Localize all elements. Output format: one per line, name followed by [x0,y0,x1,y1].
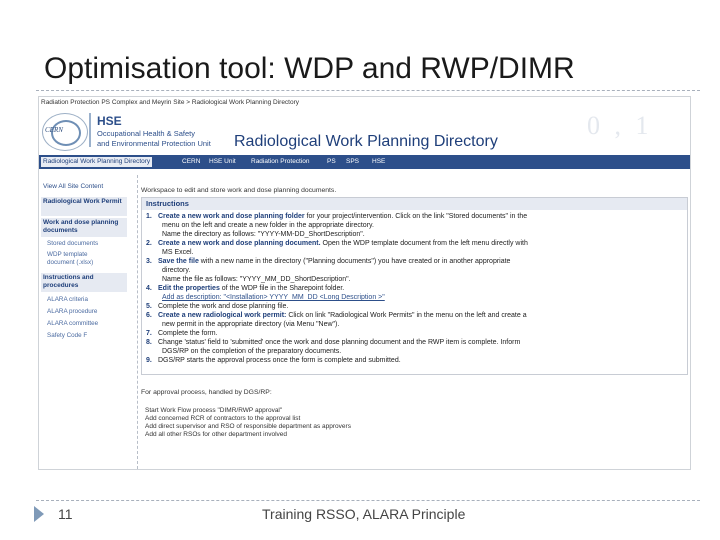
nav-item-alara-criteria[interactable]: ALARA criteria [47,296,88,304]
instruction-step-5: 5. Complete the work and dose planning fi… [146,303,289,310]
instruction-step-3-cont: directory. [162,267,191,274]
top-navigation: Radiological Work Planning Directory CER… [39,155,690,169]
nav-item-wdp-template[interactable]: WDP template [47,251,87,259]
hse-subtitle-line2: and Environmental Protection Unit [97,139,211,148]
sharepoint-screenshot: Radiation Protection PS Complex and Meyr… [38,96,691,470]
bullet-arrow-icon [34,506,44,522]
nav-section-instructions[interactable]: Instructions and procedures [41,273,127,292]
approval-step-1: Start Work Flow process "DIMR/RWP approv… [145,407,283,414]
slide-title: Optimisation tool: WDP and RWP/DIMR [44,52,575,85]
instructions-heading: Instructions [142,198,687,210]
main-content: Workspace to edit and store work and dos… [141,175,689,469]
nav-item-alara-procedure[interactable]: ALARA procedure [47,308,97,316]
approval-step-3: Add direct supervisor and RSO of respons… [145,423,351,430]
footer-text: Training RSSO, ALARA Principle [262,506,466,522]
instruction-step-9: 9. DGS/RP starts the approval process onc… [146,357,401,364]
topnav-hse[interactable]: HSE [372,157,385,167]
topnav-cern[interactable]: CERN [182,157,200,167]
instruction-step-1: 1. Create a new work and dose planning fo… [146,213,528,220]
instructions-panel: Instructions 1. Create a new work and dos… [141,197,688,375]
nav-section-rwp[interactable]: Radiological Work Permit [41,197,127,216]
instruction-step-7: 7. Complete the form. [146,330,218,337]
cern-logo-icon[interactable]: CERN [42,113,88,151]
nav-divider [137,175,138,469]
footer-divider [36,500,700,501]
instruction-step-4: 4. Edit the properties of the WDP file in… [146,285,345,292]
approval-step-4: Add all other RSOs for other department … [145,431,287,438]
left-navigation: View All Site Content Radiological Work … [39,175,131,469]
nav-section-work-dose-documents[interactable]: Work and dose planning documents [41,218,127,237]
nav-item-alara-committee[interactable]: ALARA committee [47,320,98,328]
instruction-step-6-cont: new permit in the appropriate directory … [162,321,340,328]
site-banner: CERN HSE Occupational Health & Safety an… [39,109,690,155]
topnav-ps[interactable]: PS [327,157,336,167]
hse-subtitle-line1: Occupational Health & Safety [97,129,195,138]
page-title: Radiological Work Planning Directory [234,133,498,150]
topnav-radiation-protection[interactable]: Radiation Protection [251,157,310,167]
logo-text: CERN [45,126,63,134]
approval-process-heading: For approval process, handled by DGS/RP: [141,389,272,396]
breadcrumb[interactable]: Radiation Protection PS Complex and Meyr… [39,97,690,109]
hse-title: HSE [97,114,122,128]
banner-decoration: 0 , 1 [587,111,653,140]
nav-item-safety-code-f[interactable]: Safety Code F [47,332,87,340]
topnav-rwp-directory[interactable]: Radiological Work Planning Directory [41,157,153,167]
instruction-step-2: 2. Create a new work and dose planning do… [146,240,528,247]
instruction-step-8-cont: DGS/RP on the completion of the preparat… [162,348,342,355]
hse-divider [89,113,91,147]
nav-item-wdp-template-xlsx[interactable]: document (.xlsx) [47,259,93,267]
instruction-step-2-cont: MS Excel. [162,249,194,256]
nav-item-stored-documents[interactable]: Stored documents [47,240,98,248]
topnav-hse-unit[interactable]: HSE Unit [209,157,236,167]
view-all-site-content-link[interactable]: View All Site Content [43,183,103,190]
instruction-step-6: 6. Create a new radiological work permit:… [146,312,527,319]
instruction-step-3-name: Name the file as follows: "YYYY_MM_DD_Sh… [162,276,351,283]
instruction-step-3: 3. Save the file with a new name in the d… [146,258,511,265]
approval-step-2: Add concerned RCR of contractors to the … [145,415,301,422]
title-divider [36,90,700,91]
instruction-step-4-description[interactable]: Add as description: "<Installation> YYYY… [162,294,385,302]
instruction-step-8: 8. Change 'status' field to 'submitted' o… [146,339,521,346]
page-number: 11 [58,506,73,522]
instruction-step-1-name: Name the directory as follows: "YYYY-MM-… [162,231,365,238]
instruction-step-1-cont: menu on the left and create a new folder… [162,222,374,229]
workspace-description: Workspace to edit and store work and dos… [141,187,337,194]
topnav-sps[interactable]: SPS [346,157,359,167]
